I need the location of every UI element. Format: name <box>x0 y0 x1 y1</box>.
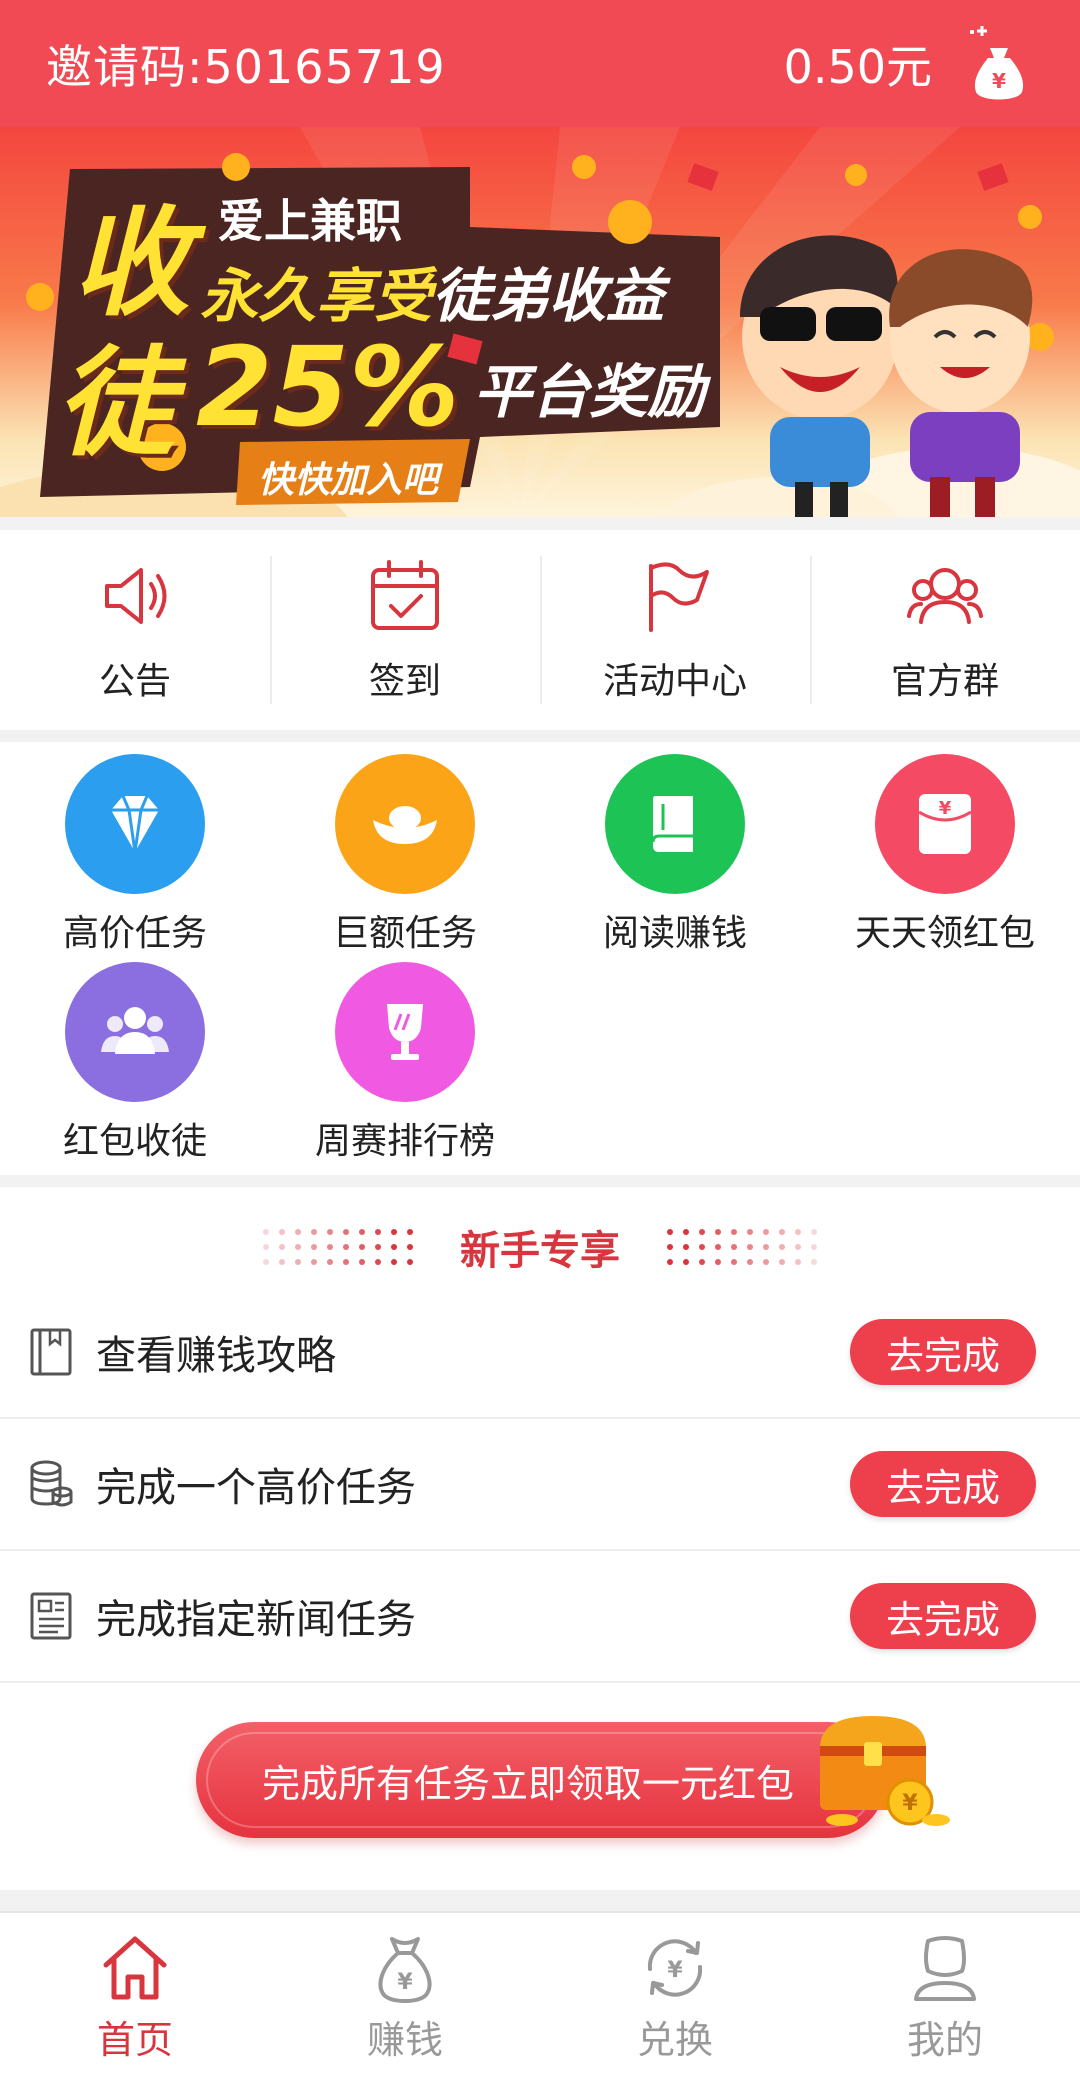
invite-code: 邀请码:50165719 <box>46 39 446 94</box>
user-icon <box>914 1935 976 2001</box>
task-row-news: 完成指定新闻任务 去完成 <box>0 1551 1080 1683</box>
nav-label: 我的 <box>906 2017 983 2062</box>
feature-label: 高价任务 <box>62 913 207 954</box>
feature-icon-bg <box>335 754 475 894</box>
svg-text:¥: ¥ <box>667 1958 683 1983</box>
banner-line-2a: 永久享受 <box>200 262 433 330</box>
feature-grid: 高价任务 巨额任务 阅读赚钱 ¥ 天天领红包 红包收徒 周赛排行榜 <box>0 742 1080 1175</box>
feature-red-packet-recruit[interactable]: 红包收徒 <box>0 962 270 1164</box>
feature-read-earn[interactable]: 阅读赚钱 <box>540 754 810 956</box>
feature-label: 周赛排行榜 <box>314 1121 495 1162</box>
bottom-nav: 首页 ¥ 赚钱 ¥ 兑换 我的 <box>0 1911 1080 2081</box>
trophy-icon <box>387 1004 423 1060</box>
quick-item-announcement[interactable]: 公告 <box>0 530 270 730</box>
feature-icon-bg: ¥ <box>875 754 1015 894</box>
newbie-title: 新手专享 <box>460 1228 620 1274</box>
task-row-high-price: 完成一个高价任务 去完成 <box>0 1419 1080 1551</box>
task-text: 完成指定新闻任务 <box>96 1597 416 1643</box>
banner-percent: 25% <box>196 323 460 451</box>
feature-icon-bg <box>65 754 205 894</box>
coins-icon <box>30 1460 73 1507</box>
feature-label: 巨额任务 <box>332 913 477 954</box>
speaker-icon <box>105 568 167 624</box>
calendar-check-icon <box>371 560 439 630</box>
diamond-icon <box>111 795 159 853</box>
feature-label: 红包收徒 <box>62 1121 207 1162</box>
flag-icon <box>649 562 709 632</box>
money-bag-icon[interactable]: ¥ <box>960 24 1036 104</box>
svg-text:¥: ¥ <box>397 1970 413 1995</box>
promo-banner[interactable]: 收 徒 爱上兼职 永久享受徒弟收益 25% 平台奖励 快快加入吧 <box>0 127 1080 517</box>
feature-label: 阅读赚钱 <box>602 913 747 954</box>
feature-icon-bg <box>335 962 475 1102</box>
task-complete-button[interactable]: 去完成 <box>850 1583 1036 1649</box>
task-complete-button[interactable]: 去完成 <box>850 1451 1036 1517</box>
svg-text:¥: ¥ <box>939 798 952 819</box>
banner-line-1: 爱上兼职 <box>218 194 402 248</box>
feature-icon-bg <box>605 754 745 894</box>
home-icon <box>103 1936 167 1999</box>
red-envelope-icon: ¥ <box>918 794 972 854</box>
dots-decoration-left <box>263 1229 413 1265</box>
banner-line-3-text: 平台奖励 <box>473 358 706 426</box>
task-text: 完成一个高价任务 <box>96 1465 416 1511</box>
banner-line-3: 25% 平台奖励 <box>196 323 705 451</box>
group-icon <box>907 568 983 624</box>
people-icon <box>101 1007 169 1054</box>
quick-item-official-group[interactable]: 官方群 <box>810 530 1080 730</box>
newbie-title-row: 新手专享 <box>0 1217 1080 1277</box>
quick-item-checkin[interactable]: 签到 <box>270 530 540 730</box>
nav-mine[interactable]: 我的 <box>810 1913 1080 2081</box>
feature-icon-bg <box>65 962 205 1102</box>
feature-big-task[interactable]: 巨额任务 <box>270 754 540 956</box>
quick-label: 签到 <box>368 661 441 702</box>
nav-exchange[interactable]: ¥ 兑换 <box>540 1913 810 2081</box>
quick-label: 官方群 <box>890 661 999 702</box>
quick-item-activity-center[interactable]: 活动中心 <box>540 530 810 730</box>
dots-decoration-right <box>667 1229 817 1265</box>
newbie-section: 新手专享 查看赚钱攻略 去完成 完成一个高价任务 去完成 完成指定新闻任务 去完… <box>0 1187 1080 1890</box>
feature-weekly-ranking[interactable]: 周赛排行榜 <box>270 962 540 1164</box>
gold-ingot-icon <box>373 806 437 844</box>
top-bar: 邀请码:50165719 0.50元 ¥ <box>0 0 1080 127</box>
banner-line-2b: 徒弟收益 <box>432 262 665 330</box>
nav-label: 首页 <box>96 2017 173 2062</box>
banner-line-2: 永久享受徒弟收益 <box>200 249 664 333</box>
task-row-guide: 查看赚钱攻略 去完成 <box>0 1287 1080 1419</box>
nav-label: 兑换 <box>636 2017 713 2062</box>
banner-char-2: 徒 <box>56 334 175 472</box>
treasure-chest-icon: ¥ <box>820 1716 950 1826</box>
book-icon <box>651 796 693 852</box>
guide-book-icon <box>30 1328 72 1376</box>
feature-label: 天天领红包 <box>854 913 1035 954</box>
feature-daily-red-packet[interactable]: ¥ 天天领红包 <box>810 754 1080 956</box>
banner-cta: 快快加入吧 <box>258 460 439 501</box>
nav-home[interactable]: 首页 <box>0 1913 270 2081</box>
news-icon <box>30 1592 72 1640</box>
svg-text:¥: ¥ <box>992 69 1006 93</box>
task-text: 查看赚钱攻略 <box>96 1333 336 1379</box>
task-complete-button[interactable]: 去完成 <box>850 1319 1036 1385</box>
feature-high-price-task[interactable]: 高价任务 <box>0 754 270 956</box>
quick-menu: 公告 签到 活动中心 官方群 <box>0 530 1080 730</box>
nav-label: 赚钱 <box>366 2017 443 2062</box>
money-bag-icon: ¥ <box>378 1936 432 2003</box>
quick-label: 活动中心 <box>602 661 747 702</box>
balance-amount: 0.50元 <box>783 39 932 94</box>
reward-claim-bar[interactable]: 完成所有任务立即领取一元红包 <box>196 1722 886 1838</box>
nav-earn[interactable]: ¥ 赚钱 <box>270 1913 540 2081</box>
balance-area[interactable]: 0.50元 ¥ <box>784 24 1036 104</box>
exchange-icon: ¥ <box>647 1938 703 1997</box>
quick-label: 公告 <box>98 661 171 702</box>
svg-text:¥: ¥ <box>902 1791 918 1816</box>
